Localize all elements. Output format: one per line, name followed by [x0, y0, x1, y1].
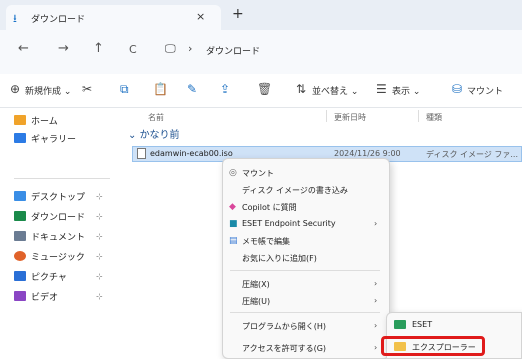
view-icon: ☰ [376, 82, 387, 96]
close-tab-icon[interactable]: × [196, 10, 205, 23]
pin-icon[interactable]: ⊹ [96, 272, 103, 281]
sidebar-item-desktop[interactable]: デスクトップ [14, 190, 85, 206]
download-icon [14, 211, 26, 221]
pictures-icon [14, 271, 26, 281]
tab-title: ダウンロード [31, 15, 86, 25]
chevron-right-icon: › [374, 296, 378, 305]
command-bar: ⊕ 新規作成 ⌄ ✂ ⧉ 📋 ✎ ⇪ 🗑 ⇅ 並べ替え ⌄ ☰ 表示 ⌄ ⛁ マ… [0, 74, 522, 108]
column-divider[interactable] [418, 110, 419, 122]
refresh-button[interactable]: C [129, 43, 137, 56]
submenu-item-eset[interactable]: ESET [412, 320, 432, 329]
menu-item-copilot[interactable]: Copilot に質問 [242, 202, 297, 213]
sidebar-item-label: ホーム [31, 117, 58, 127]
sidebar-item-label: ピクチャ [31, 273, 67, 283]
highlight-box [381, 336, 485, 356]
pc-icon: 🖵 [165, 42, 176, 55]
menu-item-access[interactable]: アクセスを許可する(G) [242, 343, 326, 354]
paste-icon[interactable]: 📋 [153, 82, 168, 96]
cut-icon[interactable]: ✂ [82, 82, 92, 96]
file-date: 2024/11/26 9:00 [334, 149, 401, 158]
mount-button[interactable]: マウント [467, 84, 503, 97]
pin-icon[interactable]: ⊹ [96, 232, 103, 241]
sidebar-item-label: デスクトップ [31, 193, 86, 203]
sidebar-item-home[interactable]: ホーム [14, 114, 58, 130]
file-type: ディスク イメージ ファ... [426, 150, 518, 159]
menu-item-favorites[interactable]: お気に入りに追加(F) [242, 253, 317, 264]
back-button[interactable]: ← [18, 41, 29, 56]
mount-icon: ◎ [229, 168, 237, 178]
notepad-icon: ▤ [229, 236, 238, 246]
tab-downloads[interactable]: ⭳ ダウンロード × [6, 5, 221, 30]
pin-icon[interactable]: ⊹ [96, 212, 103, 221]
column-header-name[interactable]: 名前 [148, 112, 164, 123]
sidebar-item-videos[interactable]: ビデオ [14, 290, 58, 306]
view-button[interactable]: 表示 ⌄ [392, 84, 420, 97]
up-button[interactable]: ↑ [93, 41, 104, 56]
menu-item-mount[interactable]: マウント [242, 168, 274, 179]
rename-icon[interactable]: ✎ [187, 82, 197, 96]
gallery-icon [14, 133, 26, 143]
mount-icon: ⛁ [452, 82, 463, 96]
eset-icon [394, 320, 406, 329]
music-icon [14, 251, 26, 261]
sidebar-item-label: ギャラリー [31, 135, 77, 145]
new-icon: ⊕ [10, 82, 21, 96]
copilot-icon: ◆ [229, 202, 236, 212]
download-icon: ⭳ [13, 12, 17, 25]
sidebar-divider [14, 178, 110, 179]
pin-icon[interactable]: ⊹ [96, 252, 103, 261]
sidebar-item-label: ミュージック [31, 253, 85, 263]
column-divider[interactable] [326, 110, 327, 122]
column-header-date[interactable]: 更新日時 [334, 112, 366, 123]
group-label: かなり前 [139, 130, 180, 141]
sort-icon: ⇅ [296, 82, 307, 96]
eset-icon: ■ [229, 219, 238, 229]
sidebar-item-downloads[interactable]: ダウンロード [14, 210, 85, 226]
sidebar-item-pictures[interactable]: ピクチャ [14, 270, 67, 286]
column-header-type[interactable]: 種類 [426, 112, 442, 123]
new-tab-button[interactable]: + [232, 6, 244, 22]
menu-divider [230, 312, 380, 313]
home-icon [14, 115, 26, 125]
pin-icon[interactable]: ⊹ [96, 192, 103, 201]
new-button[interactable]: 新規作成 ⌄ [25, 84, 71, 97]
chevron-right-icon: › [374, 219, 378, 228]
file-name: edamwin-ecab00.iso [150, 149, 233, 158]
menu-item-burn[interactable]: ディスク イメージの書き込み [242, 185, 348, 196]
chevron-right-icon: › [374, 321, 378, 330]
sidebar-item-music[interactable]: ミュージック [14, 250, 85, 266]
sidebar-item-label: ドキュメント [31, 233, 86, 243]
copy-icon[interactable]: ⧉ [120, 82, 129, 97]
sidebar-item-label: ダウンロード [31, 213, 86, 223]
sidebar-item-gallery[interactable]: ギャラリー [14, 132, 76, 148]
path-separator: › [188, 42, 193, 55]
pin-icon[interactable]: ⊹ [96, 292, 103, 301]
group-header[interactable]: ⌄ かなり前 [128, 126, 180, 141]
video-icon [14, 291, 26, 301]
navigation-bar: ← → ↑ C 🖵 › ダウンロード [0, 30, 522, 74]
chevron-right-icon: › [374, 343, 378, 352]
menu-item-eset[interactable]: ESET Endpoint Security [242, 219, 336, 228]
chevron-right-icon: › [374, 279, 378, 288]
share-icon[interactable]: ⇪ [220, 82, 230, 96]
forward-button[interactable]: → [58, 41, 69, 56]
desktop-icon [14, 191, 26, 201]
menu-divider [230, 270, 380, 271]
menu-item-notepad[interactable]: メモ帳で編集 [242, 236, 290, 247]
delete-icon[interactable]: 🗑 [257, 82, 272, 96]
document-icon [14, 231, 26, 241]
sort-button[interactable]: 並べ替え ⌄ [312, 84, 358, 97]
address-path[interactable]: ダウンロード [206, 44, 260, 57]
sidebar-item-label: ビデオ [31, 293, 59, 303]
sidebar-item-documents[interactable]: ドキュメント [14, 230, 85, 246]
menu-item-compress-to[interactable]: 圧縮(U) [242, 296, 270, 307]
menu-item-open-with[interactable]: プログラムから開く(H) [242, 321, 326, 332]
navigation-pane: ホーム ギャラリー デスクトップ ⊹ ダウンロード ⊹ ドキュメント ⊹ ミュー… [0, 108, 120, 359]
menu-item-compress[interactable]: 圧縮(X) [242, 279, 270, 290]
tab-strip: ⭳ ダウンロード × + [0, 0, 522, 30]
disc-image-icon [137, 148, 146, 159]
